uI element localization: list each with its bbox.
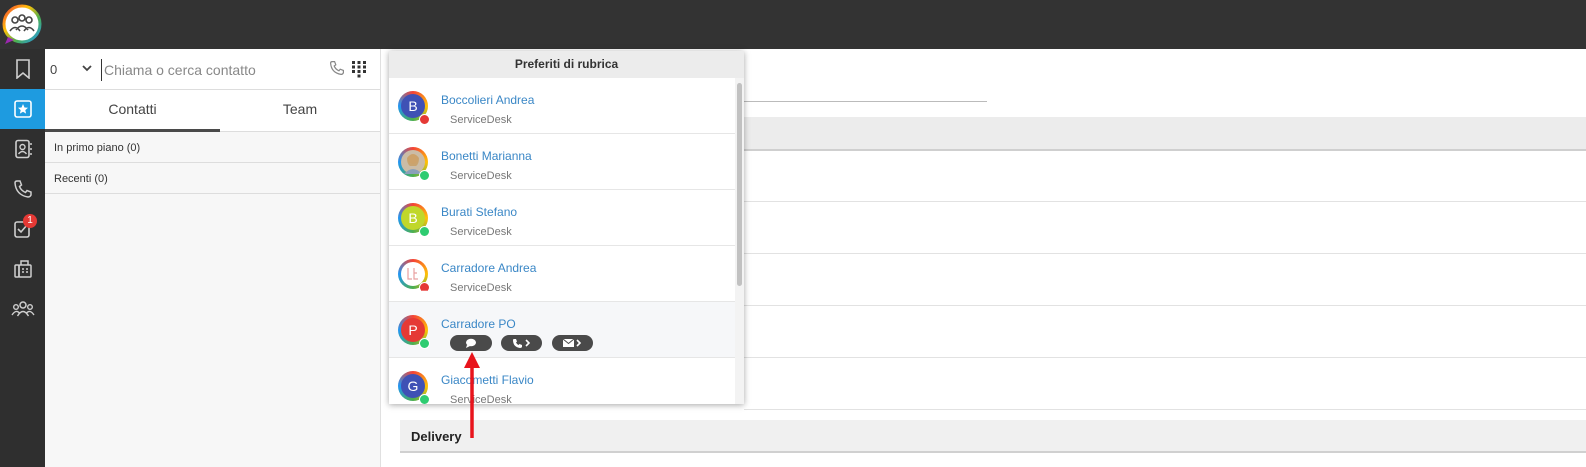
group-header-band (744, 117, 1586, 151)
row-divider (744, 253, 1586, 254)
section-recenti[interactable]: Recenti (0) (45, 164, 380, 194)
chat-icon (466, 338, 476, 348)
contacts-tabs: Contatti Team (45, 90, 380, 132)
contacts-panel: 0 Contatti Team In primo piano (0) Recen… (45, 49, 381, 467)
favorites-popup: Preferiti di rubrica B Boccolieri Andrea… (389, 51, 744, 404)
contact-item[interactable]: Bonetti Marianna ServiceDesk (389, 134, 735, 190)
row-divider (744, 201, 1586, 202)
scrollbar-thumb[interactable] (737, 83, 742, 286)
contact-item[interactable]: G Giacometti Flavio ServiceDesk (389, 358, 735, 404)
tab-team[interactable]: Team (220, 90, 380, 129)
status-online-indicator (419, 338, 430, 349)
nav-rail: 1 (0, 49, 45, 467)
row-divider (744, 305, 1586, 306)
contact-department: ServiceDesk (450, 282, 512, 294)
status-dnd-indicator (419, 282, 430, 293)
rail-item-teams[interactable] (0, 289, 45, 329)
status-online-indicator (419, 226, 430, 237)
email-icon (562, 338, 581, 347)
popup-title: Preferiti di rubrica (389, 51, 744, 78)
rail-item-tasks[interactable] (0, 209, 45, 249)
delivery-group-header[interactable]: Delivery (400, 420, 1586, 453)
top-bar (0, 0, 1586, 49)
red-arrow-icon (464, 352, 480, 438)
team-chat-logo-icon[interactable] (2, 3, 42, 45)
rail-item-fax[interactable] (0, 249, 45, 289)
popup-scrollbar[interactable] (735, 78, 744, 404)
dnd-icon (422, 290, 427, 293)
address-book-icon (14, 139, 32, 159)
tab-contatti[interactable]: Contatti (45, 90, 220, 132)
star-favorites-icon (13, 100, 32, 118)
contact-department: ServiceDesk (450, 114, 512, 126)
group-icon (10, 301, 35, 317)
row-divider (744, 357, 1586, 358)
search-input[interactable] (101, 59, 316, 81)
rail-item-bookmarks[interactable] (0, 49, 45, 89)
dialer-bar: 0 (45, 49, 380, 90)
contact-name[interactable]: Carradore Andrea (441, 261, 536, 275)
contact-name[interactable]: Burati Stefano (441, 205, 517, 219)
contact-item[interactable]: B Burati Stefano ServiceDesk (389, 190, 735, 246)
phone-call-icon (512, 339, 530, 348)
contact-item[interactable]: Carradore Andrea ServiceDesk (389, 246, 735, 302)
line-selector[interactable]: 0 (50, 62, 57, 77)
contact-department: ServiceDesk (450, 170, 512, 182)
contact-name[interactable]: Giacometti Flavio (441, 373, 534, 387)
contact-item[interactable]: B Boccolieri Andrea ServiceDesk (389, 78, 735, 134)
section-in-primo-piano[interactable]: In primo piano (0) (45, 133, 380, 163)
row-divider (744, 409, 1586, 410)
bookmark-icon (15, 59, 30, 79)
fax-icon (13, 260, 32, 278)
phone-icon (13, 180, 32, 198)
status-online-indicator (419, 394, 430, 404)
chevron-down-icon[interactable] (81, 60, 93, 76)
contact-name[interactable]: Carradore PO (441, 317, 516, 331)
email-menu-button[interactable] (552, 335, 593, 351)
chat-button[interactable] (450, 335, 492, 351)
call-menu-button[interactable] (501, 335, 542, 351)
field-underline (740, 101, 987, 102)
status-busy-indicator (419, 114, 430, 125)
dialpad-icon[interactable] (351, 60, 367, 78)
rail-item-address-book[interactable] (0, 129, 45, 169)
contact-name[interactable]: Boccolieri Andrea (441, 93, 534, 107)
contact-department: ServiceDesk (450, 226, 512, 238)
status-online-indicator (419, 170, 430, 181)
rail-item-calls[interactable] (0, 169, 45, 209)
tasks-badge: 1 (23, 214, 37, 228)
rail-item-favorites[interactable] (0, 89, 45, 129)
contact-name[interactable]: Bonetti Marianna (441, 149, 532, 163)
call-icon[interactable] (329, 60, 345, 76)
